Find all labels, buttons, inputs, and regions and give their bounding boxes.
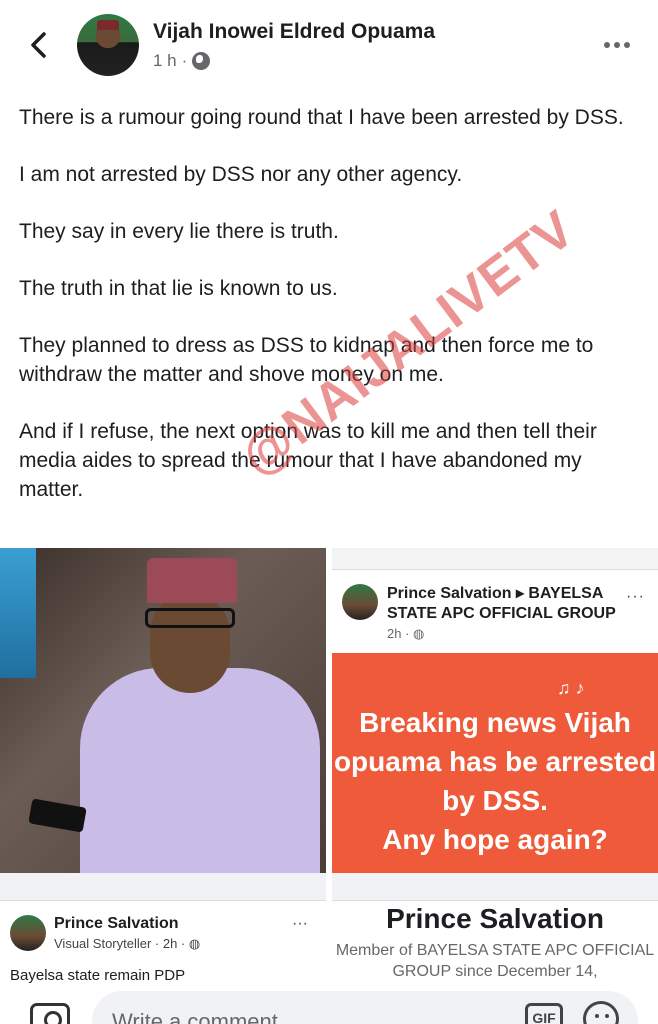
screenshot-meta: Visual Storyteller · 2h · ◍ [54,936,201,951]
photo-screenshot-breaking-news[interactable]: Prince Salvation ▸ BAYELSA STATE APC OFF… [332,548,658,873]
post-meta: 1 h · [153,51,211,71]
comment-bar: Write a comment... GIF [0,983,658,1024]
screenshot-poster-name: Prince Salvation ▸ BAYELSA STATE APC OFF… [387,585,616,622]
post-paragraph: I am not arrested by DSS nor any other a… [19,163,463,186]
post-paragraph: The truth in that lie is known to us. [19,277,338,300]
camera-icon[interactable] [30,1003,70,1024]
post-header: Vijah Inowei Eldred Opuama 1 h · [0,0,658,92]
screenshot-post-text: Bayelsa state remain PDP [10,967,186,983]
avatar[interactable] [77,14,139,76]
screenshot-group-title: Prince Salvation [386,903,604,934]
post-time[interactable]: 1 h [153,51,177,71]
meta-separator: · [181,51,188,70]
post-paragraph: There is a rumour going round that I hav… [19,106,624,129]
more-options-icon[interactable] [604,38,634,52]
photo-screenshot-group[interactable]: Prince Salvation Member of BAYELSA STATE… [332,873,658,983]
photo-screenshot-profile[interactable]: Prince Salvation Visual Storyteller · 2h… [0,873,326,983]
post-paragraph: They say in every lie there is truth. [19,220,339,243]
screenshot-group-subtitle: Member of BAYELSA STATE APC OFFICIAL GRO… [335,942,655,980]
screenshot-meta: 2h · ◍ [387,626,425,641]
screenshot-avatar [10,915,46,951]
banner-text: Breaking news Vijah opuama has be arrest… [333,707,657,855]
chevron-left-icon[interactable] [24,30,54,60]
gif-button[interactable]: GIF [525,1003,563,1024]
screenshot-avatar [342,584,378,620]
screenshot-poster-name: Prince Salvation [54,915,179,932]
photo-man-with-phone[interactable] [0,548,326,873]
poster-name[interactable]: Vijah Inowei Eldred Opuama [153,20,435,44]
post-paragraph: And if I refuse, the next option was to … [19,420,597,501]
globe-icon [192,52,211,70]
breaking-news-banner: ♫ ♪ Breaking news Vijah opuama has be ar… [332,653,658,873]
music-notes-icon: ♫ ♪ [557,678,585,698]
screenshot-more-icon: ··· [626,588,645,605]
post-paragraph: They planned to dress as DSS to kidnap a… [19,334,594,386]
screenshot-more-icon: ··· [292,915,308,932]
post-body: There is a rumour going round that I hav… [19,103,639,532]
